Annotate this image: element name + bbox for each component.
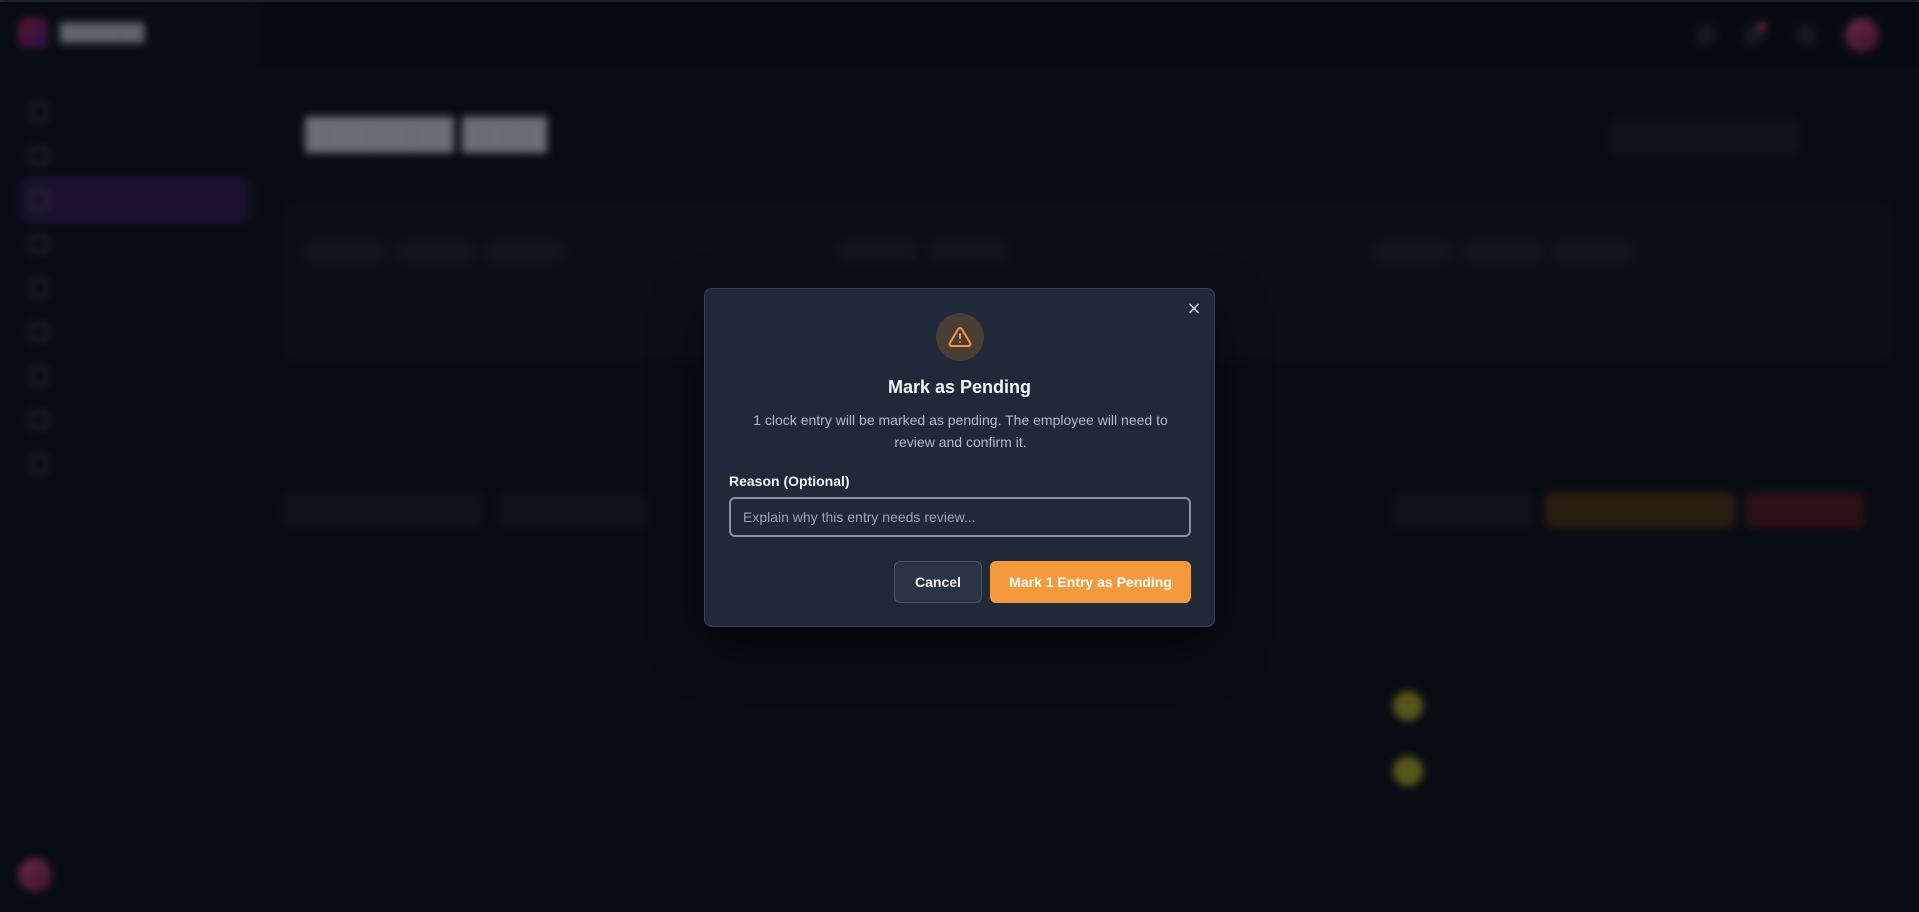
reason-label: Reason (Optional): [729, 473, 850, 489]
cancel-button[interactable]: Cancel: [894, 561, 982, 603]
close-icon[interactable]: ×: [1184, 299, 1204, 319]
mark-pending-dialog: × Mark as Pending 1 clock entry will be …: [704, 288, 1215, 627]
dialog-title: Mark as Pending: [887, 377, 1032, 397]
reason-input[interactable]: [729, 497, 1191, 537]
mark-pending-confirm-button[interactable]: Mark 1 Entry as Pending: [990, 561, 1191, 603]
dialog-description: 1 clock entry will be marked as pending.…: [753, 412, 1168, 450]
warning-triangle-icon: [948, 326, 972, 347]
warning-icon-circle: [936, 313, 984, 361]
